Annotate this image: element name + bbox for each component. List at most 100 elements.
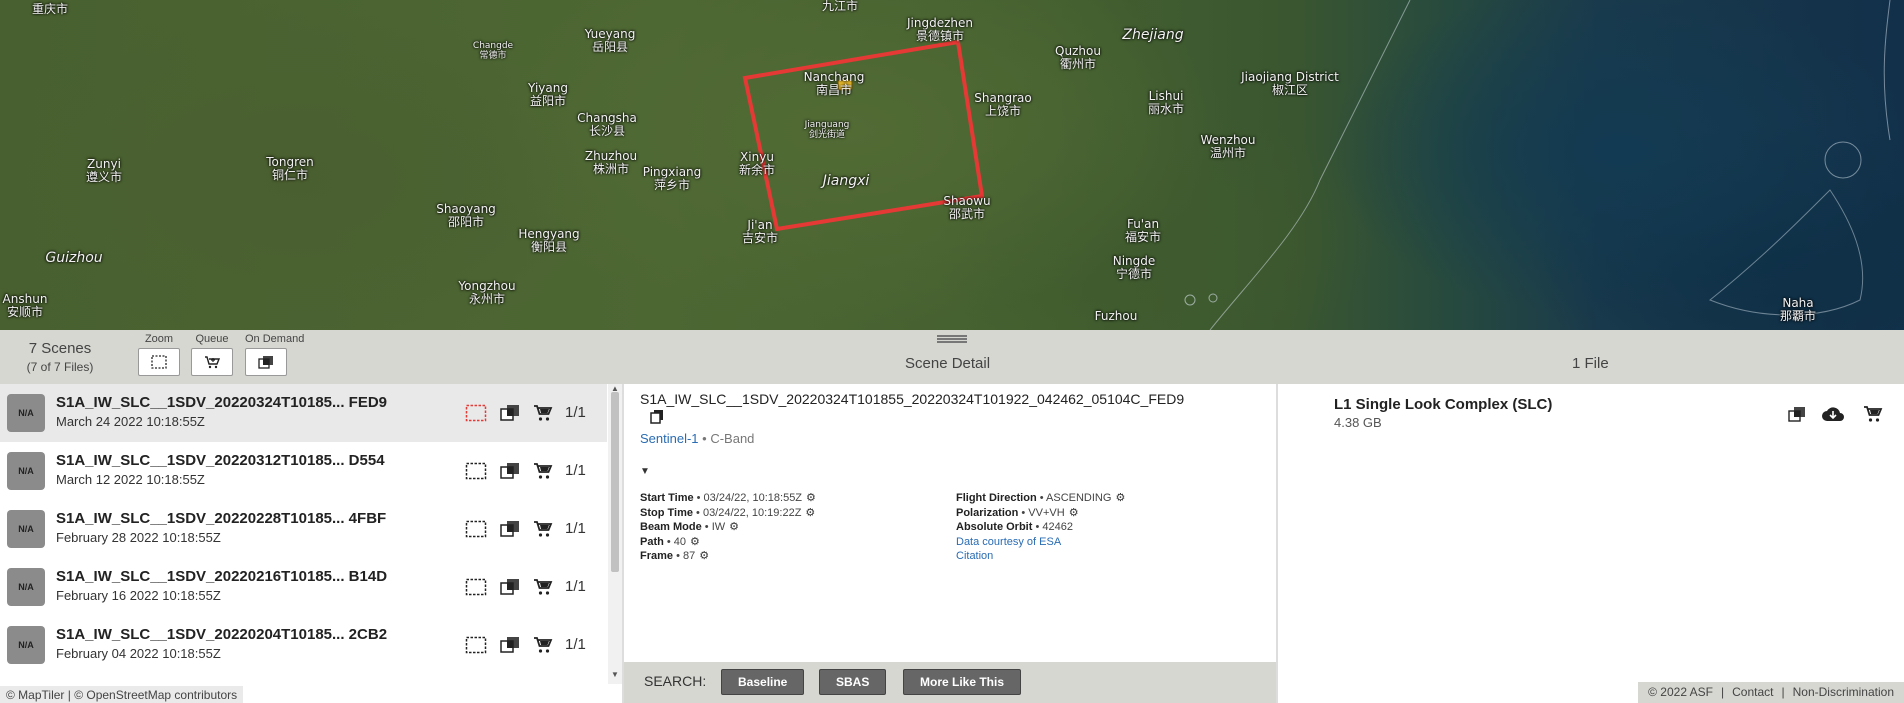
add-scene-to-queue-button[interactable]: [532, 518, 554, 540]
ondemand-scene-button[interactable]: [499, 518, 521, 540]
cart-icon: [534, 463, 553, 479]
file-count-label: (7 of 7 Files): [26, 360, 94, 374]
property-row: Stop Time • 03/24/22, 10:19:22Z ⚙: [640, 506, 816, 521]
footer-separator: |: [1721, 685, 1725, 699]
queue-caption: Queue: [195, 333, 229, 345]
more-like-this-button[interactable]: More Like This: [903, 669, 1022, 695]
list-scrollbar[interactable]: ▲ ▼: [608, 384, 622, 684]
scene-row[interactable]: N/A S1A_IW_SLC__1SDV_20220312T10185... D5…: [0, 442, 607, 500]
island-outline: [1208, 293, 1218, 303]
scene-properties-left: Start Time • 03/24/22, 10:18:55Z ⚙ Stop Ti…: [640, 491, 816, 564]
zoom-to-scene-button[interactable]: [465, 402, 487, 424]
scene-thumbnail: N/A: [7, 568, 45, 606]
non-discrimination-link[interactable]: Non-Discrimination: [1789, 685, 1898, 699]
add-scene-to-queue-button[interactable]: [532, 576, 554, 598]
cloud-download-icon: [1822, 407, 1844, 421]
files-panel: L1 Single Look Complex (SLC) 4.38 GB: [1278, 384, 1904, 686]
map-city-label: Hengyang 衡阳县: [518, 227, 580, 254]
scene-list[interactable]: N/A S1A_IW_SLC__1SDV_20220324T10185... FE…: [0, 384, 622, 684]
scene-detail-panel: S1A_IW_SLC__1SDV_20220324T101855_2022032…: [624, 384, 1276, 662]
map-city-label: 九江市: [821, 0, 859, 13]
ondemand-scene-button[interactable]: [499, 402, 521, 424]
map-city-label: Anshun 安顺市: [2, 292, 48, 319]
layers-icon: [1788, 407, 1805, 422]
filter-gear-icon[interactable]: ⚙: [699, 549, 709, 564]
map-city-label: 重庆市: [31, 2, 69, 16]
scene-date: February 04 2022 10:18:55Z: [56, 646, 221, 661]
copy-icon[interactable]: [650, 409, 664, 424]
map-city-label: Jingdezhen 景德镇市: [907, 16, 973, 43]
band-label: • C-Band: [698, 431, 755, 446]
zoom-to-scene-button[interactable]: [465, 518, 487, 540]
add-scene-to-queue-button[interactable]: [532, 402, 554, 424]
filter-gear-icon[interactable]: ⚙: [805, 506, 815, 521]
scene-date: March 24 2022 10:18:55Z: [56, 414, 205, 429]
add-to-queue-button[interactable]: [1860, 403, 1886, 425]
ondemand-button[interactable]: [245, 348, 287, 376]
filter-gear-icon[interactable]: ⚙: [690, 535, 700, 550]
ondemand-scene-button[interactable]: [499, 460, 521, 482]
scene-row[interactable]: N/A S1A_IW_SLC__1SDV_20220204T10185... 2C…: [0, 616, 607, 674]
files-in-queue-count: 1/1: [565, 578, 586, 595]
ondemand-file-button[interactable]: [1784, 403, 1810, 425]
scene-date: March 12 2022 10:18:55Z: [56, 472, 205, 487]
zoom-to-scene-button[interactable]: [465, 460, 487, 482]
scrollbar-thumb[interactable]: [611, 392, 619, 572]
osm-link[interactable]: © OpenStreetMap contributors: [74, 688, 237, 702]
map-city-label: Ningde 宁德市: [1112, 254, 1156, 281]
map-city-label: Pingxiang 萍乡市: [642, 165, 702, 192]
zoom-button[interactable]: [138, 348, 180, 376]
scene-row[interactable]: N/A S1A_IW_SLC__1SDV_20220228T10185... 4F…: [0, 500, 607, 558]
add-scene-to-queue-button[interactable]: [532, 460, 554, 482]
resize-handle-icon[interactable]: [937, 335, 967, 343]
filter-gear-icon[interactable]: ⚙: [1115, 491, 1125, 506]
map-city-label: Guizhou: [45, 250, 103, 266]
scene-thumbnail: N/A: [7, 626, 45, 664]
queue-all-button[interactable]: [191, 348, 233, 376]
filter-gear-icon[interactable]: ⚙: [1069, 506, 1079, 521]
filter-gear-icon[interactable]: ⚙: [729, 520, 739, 535]
copyright-text: © 2022 ASF: [1648, 685, 1714, 699]
data-courtesy-link[interactable]: Data courtesy of ESA: [956, 535, 1125, 550]
map-city-label: Fu'an 福安市: [1124, 217, 1162, 244]
search-actions-bar: SEARCH: Baseline SBAS More Like This: [624, 662, 1276, 703]
citation-link[interactable]: Citation: [956, 549, 1125, 564]
cart-icon: [534, 521, 553, 537]
scene-thumbnail: N/A: [7, 452, 45, 490]
scroll-down-icon[interactable]: ▼: [611, 670, 619, 679]
property-key: Path: [640, 535, 664, 548]
filter-gear-icon[interactable]: ⚙: [806, 491, 816, 506]
add-scene-to-queue-button[interactable]: [532, 634, 554, 656]
mission-link[interactable]: Sentinel-1: [640, 431, 699, 446]
layers-icon: [500, 463, 519, 479]
cart-plus-icon: [205, 356, 220, 369]
search-label: SEARCH:: [644, 673, 707, 689]
maptiler-link[interactable]: © MapTiler: [6, 688, 64, 702]
map-city-label: Zunyi 遵义市: [85, 157, 123, 184]
scene-row[interactable]: N/A S1A_IW_SLC__1SDV_20220216T10185... B1…: [0, 558, 607, 616]
scene-count: 7 Scenes (7 of 7 Files): [10, 340, 110, 374]
zoom-caption: Zoom: [144, 333, 174, 345]
property-row: Path • 40 ⚙: [640, 535, 816, 550]
zoom-extent-icon: [465, 520, 487, 538]
map-city-label: Fuzhou: [1094, 309, 1138, 323]
scene-full-name: S1A_IW_SLC__1SDV_20220324T101855_2022032…: [640, 391, 1185, 407]
files-title: 1 File: [1572, 355, 1609, 372]
map-view[interactable]: 重庆市 Changde 常德市 Yueyang 岳阳县 九江市 Jingdezhen 景…: [0, 0, 1904, 330]
zoom-to-scene-button[interactable]: [465, 634, 487, 656]
collapse-toggle-icon[interactable]: ▼: [640, 466, 650, 477]
baseline-button[interactable]: Baseline: [721, 669, 805, 695]
download-button[interactable]: [1820, 403, 1846, 425]
contact-link[interactable]: Contact: [1728, 685, 1777, 699]
zoom-to-scene-button[interactable]: [465, 576, 487, 598]
ondemand-scene-button[interactable]: [499, 576, 521, 598]
map-city-label: Naha 那覇市: [1779, 296, 1817, 323]
ondemand-scene-button[interactable]: [499, 634, 521, 656]
property-value: • 03/24/22, 10:19:22Z: [692, 506, 802, 519]
map-city-label: Yueyang 岳阳县: [584, 27, 636, 54]
sbas-button[interactable]: SBAS: [819, 669, 887, 695]
property-value: • ASCENDING: [1036, 492, 1112, 504]
scene-name: S1A_IW_SLC__1SDV_20220204T10185... 2CB2: [56, 626, 388, 643]
cart-icon: [1864, 406, 1883, 422]
scene-row[interactable]: N/A S1A_IW_SLC__1SDV_20220324T10185... FE…: [0, 384, 607, 442]
